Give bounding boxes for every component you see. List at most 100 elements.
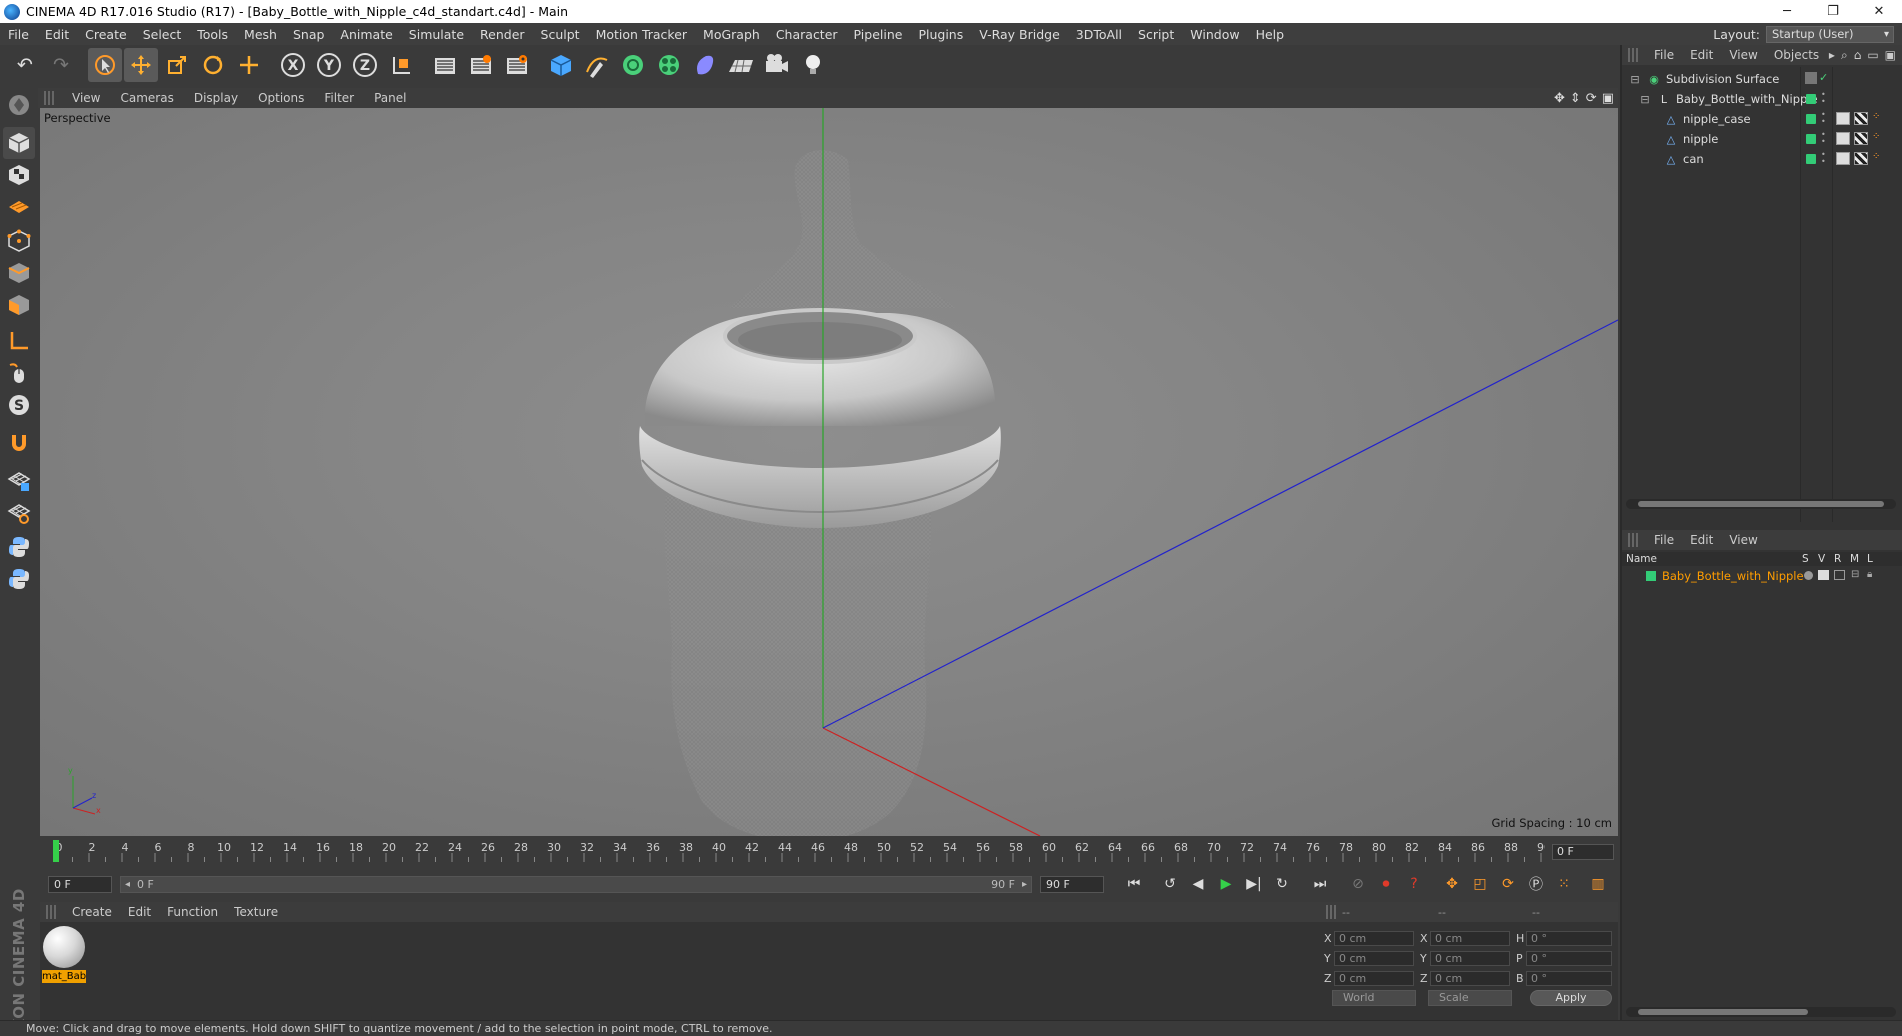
more-arrow-icon[interactable]: ▸ [1829, 48, 1835, 62]
viewport-menu-display[interactable]: Display [184, 91, 248, 105]
material-menu-create[interactable]: Create [64, 905, 120, 919]
menu-help[interactable]: Help [1248, 27, 1293, 42]
render-picture-viewer-icon[interactable] [464, 48, 498, 82]
timeline-ruler[interactable]: 0246810121416182022242628303234363840424… [50, 840, 1545, 864]
viewport-menu-cameras[interactable]: Cameras [110, 91, 183, 105]
layer-color-icon[interactable] [1806, 134, 1816, 144]
redo-icon[interactable]: ↷ [44, 48, 78, 82]
render-settings-icon[interactable] [500, 48, 534, 82]
pos-x-field[interactable]: 0 cm [1334, 931, 1414, 946]
visibility-dots-icon[interactable]: • • [1821, 111, 1826, 126]
maximize-view-icon[interactable]: ▣ [1602, 91, 1614, 106]
playhead[interactable] [53, 840, 59, 862]
cube-primitive-icon[interactable] [544, 48, 578, 82]
material-tag-icon[interactable] [1836, 112, 1850, 125]
transform-mode-select[interactable]: Scale [1428, 990, 1512, 1006]
viewport-menu-panel[interactable]: Panel [364, 91, 416, 105]
object-row-subdivision-surface[interactable]: ⊟ ◉ Subdivision Surface [1622, 69, 1902, 89]
texture-tag-icon[interactable] [1854, 132, 1868, 145]
menu-pipeline[interactable]: Pipeline [846, 27, 911, 42]
model-mode-icon[interactable] [3, 127, 35, 159]
deformer-icon[interactable] [688, 48, 722, 82]
coordinate-system-icon[interactable] [384, 48, 418, 82]
solo-icon[interactable] [1804, 571, 1813, 580]
layer-list-scrollbar[interactable] [1626, 1007, 1896, 1017]
enabled-check-icon[interactable]: ✓ [1819, 71, 1828, 84]
phong-tag-icon[interactable]: ⁘ [1872, 131, 1880, 142]
texture-mode-icon[interactable] [3, 159, 35, 191]
rot-b-field[interactable]: 0 ° [1526, 971, 1612, 986]
scale-tool-icon[interactable] [160, 48, 194, 82]
object-menu-edit[interactable]: Edit [1682, 48, 1721, 62]
pos-z-field[interactable]: 0 cm [1334, 971, 1414, 986]
y-axis-lock-icon[interactable]: Y [312, 48, 346, 82]
tree-collapse-icon[interactable]: ⊟ [1628, 72, 1642, 86]
panel-grip-icon[interactable] [1628, 533, 1638, 547]
menu-sculpt[interactable]: Sculpt [533, 27, 588, 42]
viewport-menu-view[interactable]: View [62, 91, 110, 105]
workplane-mode-icon[interactable] [3, 191, 35, 223]
panel-grip-icon[interactable] [46, 905, 56, 919]
object-menu-file[interactable]: File [1646, 48, 1682, 62]
next-key-icon[interactable]: ↻ [1270, 872, 1294, 896]
menu-edit[interactable]: Edit [37, 27, 77, 42]
pan-view-icon[interactable]: ✥ [1554, 91, 1565, 106]
spline-pen-icon[interactable] [580, 48, 614, 82]
lock-icon[interactable]: 🔒︎ [1867, 569, 1872, 580]
frame-range-slider[interactable]: ◂ 0 F 90 F ▸ [120, 876, 1032, 893]
expand-icon[interactable]: ▣ [1885, 48, 1896, 62]
menu-select[interactable]: Select [135, 27, 190, 42]
undo-icon[interactable]: ↶ [8, 48, 42, 82]
record-active-keys-icon[interactable]: ⏺ [1374, 872, 1398, 896]
end-frame-field[interactable]: 90 F [1040, 876, 1104, 893]
material-tag-icon[interactable] [1836, 152, 1850, 165]
menu-mesh[interactable]: Mesh [236, 27, 285, 42]
move-tool-icon[interactable] [124, 48, 158, 82]
minimize-button[interactable]: ─ [1764, 0, 1810, 23]
light-icon[interactable] [796, 48, 830, 82]
viewport-menu-options[interactable]: Options [248, 91, 314, 105]
phong-tag-icon[interactable]: ⁘ [1872, 151, 1880, 162]
restore-button[interactable]: ❐ [1810, 0, 1856, 23]
visibility-dots-icon[interactable]: • • [1821, 91, 1826, 106]
manager-visibility-icon[interactable]: ⊟ [1851, 569, 1859, 580]
magnet-icon[interactable] [3, 427, 35, 459]
transform-tool-icon[interactable] [232, 48, 266, 82]
make-editable-icon[interactable] [3, 89, 35, 121]
key-scale-icon[interactable]: ◰ [1468, 872, 1492, 896]
tweak-mode-icon[interactable] [3, 357, 35, 389]
autokeying-icon[interactable]: ? [1402, 872, 1426, 896]
menu-render[interactable]: Render [472, 27, 533, 42]
layer-menu-view[interactable]: View [1721, 533, 1765, 547]
search-icon[interactable]: ⌕ [1841, 48, 1848, 63]
key-parameter-icon[interactable]: Ⓟ [1524, 872, 1548, 896]
rotate-tool-icon[interactable] [196, 48, 230, 82]
z-axis-lock-icon[interactable]: Z [348, 48, 382, 82]
go-to-start-icon[interactable]: ⏮ [1122, 872, 1146, 896]
menu-motion-tracker[interactable]: Motion Tracker [588, 27, 695, 42]
material-menu-edit[interactable]: Edit [120, 905, 159, 919]
record-disabled-icon[interactable]: ⊘ [1346, 872, 1370, 896]
timeline-window-icon[interactable]: ▥ [1586, 872, 1610, 896]
object-menu-view[interactable]: View [1721, 48, 1765, 62]
layer-color-icon[interactable] [1806, 114, 1816, 124]
pos-y-field[interactable]: 0 cm [1334, 951, 1414, 966]
menu-tools[interactable]: Tools [189, 27, 236, 42]
current-frame-field[interactable]: 0 F [1552, 844, 1614, 860]
menu-simulate[interactable]: Simulate [401, 27, 472, 42]
menu-create[interactable]: Create [77, 27, 135, 42]
menu-mograph[interactable]: MoGraph [695, 27, 768, 42]
panel-grip-icon[interactable] [1326, 905, 1336, 919]
render-view-icon[interactable] [428, 48, 462, 82]
visibility-dots-icon[interactable]: • • [1821, 131, 1826, 146]
timeline[interactable]: 0246810121416182022242628303234363840424… [40, 838, 1618, 866]
menu-character[interactable]: Character [768, 27, 846, 42]
visibility-dots-icon[interactable]: • • [1821, 151, 1826, 166]
live-selection-icon[interactable] [88, 48, 122, 82]
view-visibility-icon[interactable] [1818, 570, 1829, 580]
collapse-icon[interactable]: ▭ [1867, 48, 1878, 62]
menu-script[interactable]: Script [1130, 27, 1182, 42]
perspective-viewport[interactable]: y x z Perspective Grid Spacing : 10 cm [40, 108, 1618, 836]
axis-mode-icon[interactable] [3, 325, 35, 357]
phong-tag-icon[interactable]: ⁘ [1872, 111, 1880, 122]
